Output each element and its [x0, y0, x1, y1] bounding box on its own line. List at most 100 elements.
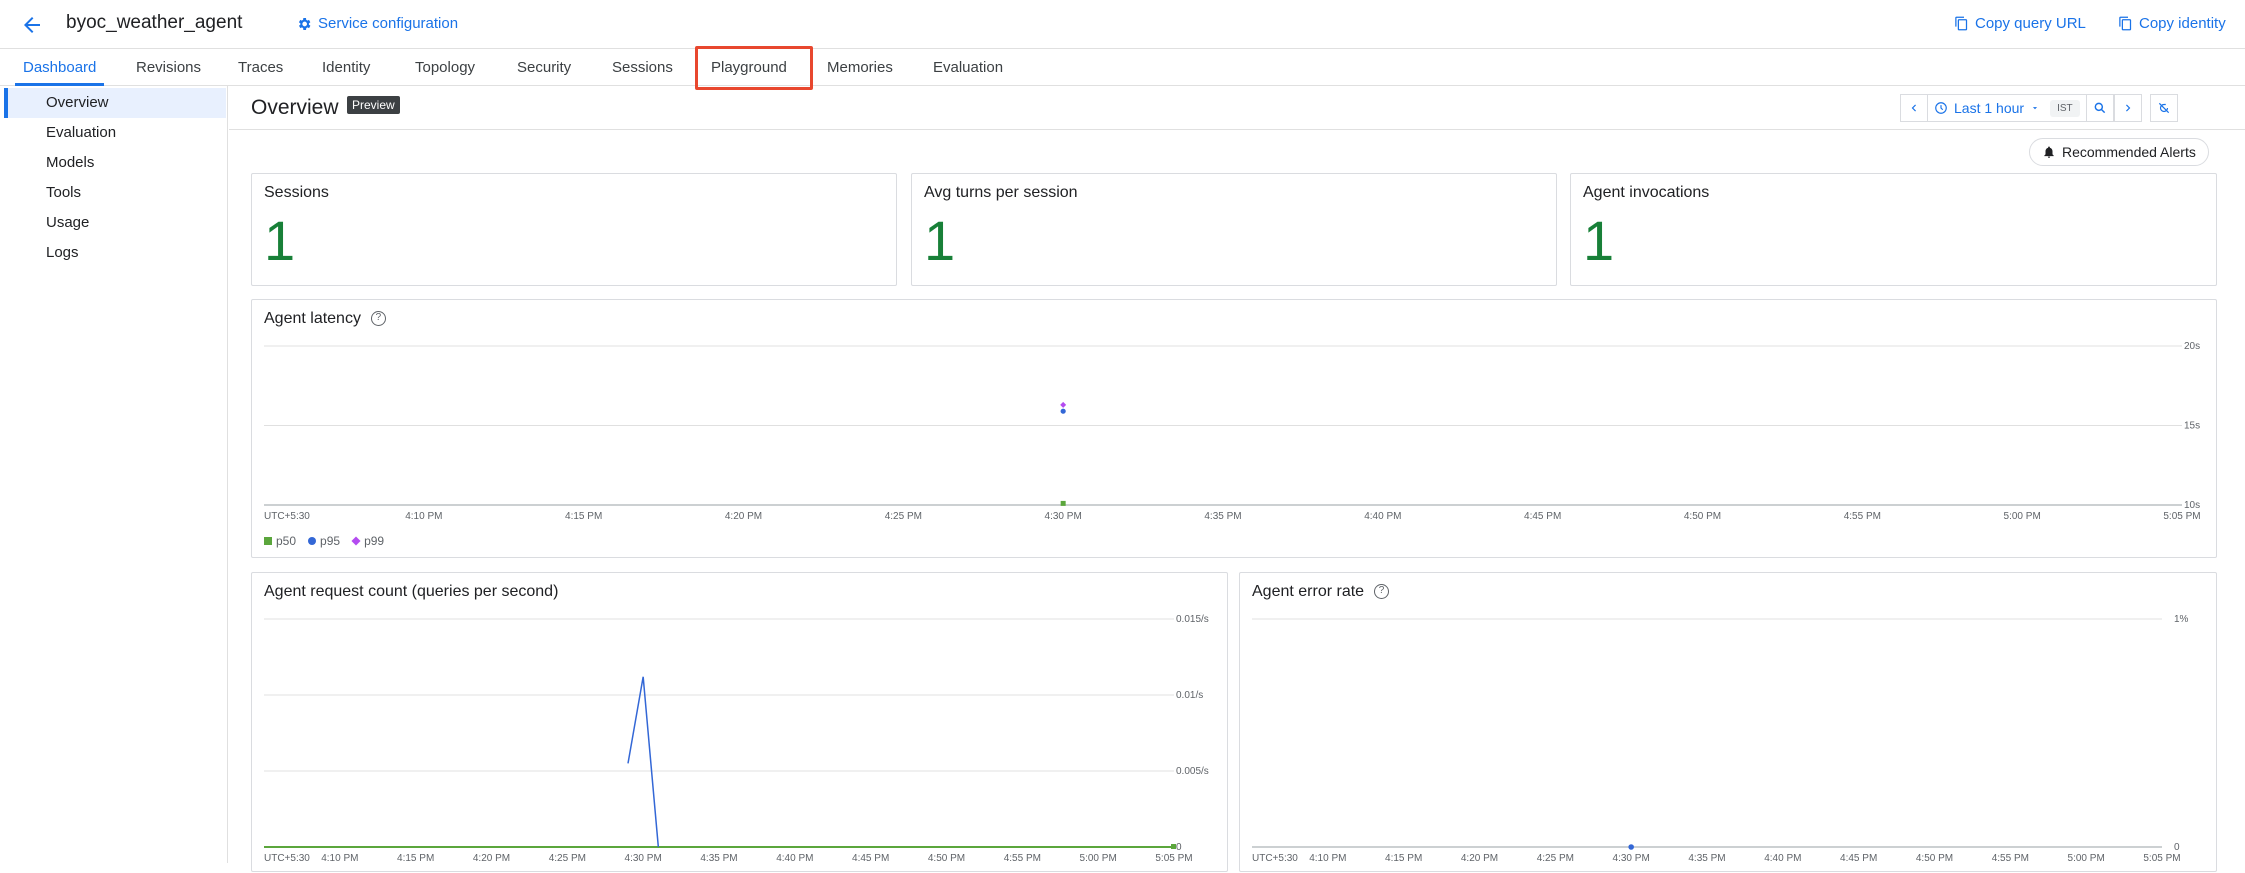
x-tick-label: 4:20 PM [1461, 853, 1498, 864]
x-tick-label: 4:45 PM [1524, 511, 1561, 522]
x-tick-label: 4:30 PM [1613, 853, 1650, 864]
auto-refresh-toggle[interactable] [2149, 94, 2178, 122]
y-tick-label: 0 [1176, 842, 1182, 853]
x-tick-label: 4:30 PM [625, 853, 662, 864]
copy-query-url-button[interactable]: Copy query URL [1954, 15, 2086, 32]
metric-value: 1 [924, 209, 956, 272]
sidebar-item-overview[interactable]: Overview [4, 88, 226, 118]
x-tick-label: 4:10 PM [405, 511, 442, 522]
y-tick-label: 0 [2174, 842, 2180, 853]
x-tick-label: 5:00 PM [2068, 853, 2105, 864]
metric-value: 1 [1583, 209, 1615, 272]
agent-request-count-chart: 0.015/s 0.01/s 0.005/s 0 UTC+5:30 4:10 PM 4:15… [264, 614, 1209, 864]
x-tick-label: 4:20 PM [725, 511, 762, 522]
x-tick-label: 4:10 PM [1309, 853, 1346, 864]
x-tick-label: 4:50 PM [1684, 511, 1721, 522]
x-tick-label: 4:50 PM [928, 853, 965, 864]
copy-identity-label: Copy identity [2139, 15, 2226, 32]
metric-card-avg-turns: Avg turns per session 1 [911, 173, 1557, 286]
back-arrow-icon[interactable] [20, 13, 44, 37]
x-tick-label: 5:00 PM [1080, 853, 1117, 864]
recommended-alerts-button[interactable]: Recommended Alerts [2029, 138, 2209, 166]
copy-query-url-label: Copy query URL [1975, 15, 2086, 32]
dropdown-arrow-icon [2032, 107, 2038, 110]
tab-memories[interactable]: Memories [819, 49, 901, 86]
x-tick-label: 4:45 PM [1840, 853, 1877, 864]
y-tick-label: 0.01/s [1176, 690, 1203, 701]
y-tick-label: 20s [2184, 341, 2200, 352]
refresh-off-icon [2158, 102, 2169, 114]
agent-error-rate-card: Agent error rate? 1% 0 UTC+5:30 4:10 PM 4:15… [1239, 572, 2217, 872]
x-tick-label: 4:35 PM [1204, 511, 1241, 522]
x-tick-label: 4:25 PM [549, 853, 586, 864]
agent-error-rate-chart: 1% 0 UTC+5:30 4:10 PM 4:15 PM 4:20 PM 4:25 PM 4… [1252, 614, 2189, 864]
y-tick-label: 10s [2184, 500, 2200, 511]
tab-bar: Dashboard Revisions Traces Identity Topo… [0, 48, 2245, 86]
page-title: byoc_weather_agent [66, 12, 243, 33]
tab-revisions[interactable]: Revisions [128, 49, 209, 86]
zoom-button[interactable] [2085, 94, 2114, 122]
x-tick-label: 4:25 PM [885, 511, 922, 522]
x-tick-label: 4:55 PM [1992, 853, 2029, 864]
tab-identity[interactable]: Identity [314, 49, 378, 86]
metric-card-sessions: Sessions 1 [251, 173, 897, 286]
sidebar-item-usage[interactable]: Usage [4, 208, 226, 238]
previous-range-button[interactable] [1900, 94, 1928, 122]
x-tick-label: 4:50 PM [1916, 853, 1953, 864]
tab-evaluation[interactable]: Evaluation [925, 49, 1011, 86]
tab-dashboard[interactable]: Dashboard [15, 49, 105, 86]
x-tick-label: 4:25 PM [1537, 853, 1574, 864]
x-tick-label: 4:40 PM [1364, 511, 1401, 522]
sidebar-item-tools[interactable]: Tools [4, 178, 226, 208]
x-tick-label: UTC+5:30 [1252, 853, 1298, 864]
series-request-line [627, 676, 660, 848]
tab-security[interactable]: Security [509, 49, 579, 86]
x-tick-label: 4:10 PM [321, 853, 358, 864]
next-range-button[interactable] [2113, 94, 2142, 122]
legend-label: p99 [364, 534, 385, 548]
time-range-controls: Last 1 hour IST [1900, 94, 2178, 122]
tab-playground[interactable]: Playground [703, 49, 795, 86]
tab-topology[interactable]: Topology [407, 49, 483, 86]
x-tick-label: 4:35 PM [700, 853, 737, 864]
overview-header: Overview Preview Last 1 hour IST [229, 86, 2245, 130]
time-range-select[interactable]: Last 1 hour IST [1928, 94, 2086, 122]
legend-item-p95[interactable]: p95 [308, 534, 340, 548]
data-point-p99 [1060, 401, 1067, 408]
service-configuration-link[interactable]: Service configuration [296, 15, 458, 32]
x-tick-label: 5:05 PM [2163, 511, 2200, 522]
data-point-p95 [1060, 408, 1066, 414]
x-tick-label: 5:00 PM [2004, 511, 2041, 522]
x-tick-label: 4:45 PM [852, 853, 889, 864]
top-bar: byoc_weather_agent Service configuration… [0, 0, 2245, 48]
sidebar: Overview Evaluation Models Tools Usage L… [0, 86, 228, 863]
y-tick-label: 15s [2184, 421, 2200, 432]
agent-latency-card: Agent latency? 20s 15s 10s UTC+5:30 4:10 PM 4… [251, 299, 2217, 558]
agent-request-count-card: Agent request count (queries per second)… [251, 572, 1228, 872]
sidebar-item-models[interactable]: Models [4, 148, 226, 178]
sidebar-item-logs[interactable]: Logs [4, 238, 226, 268]
search-icon [2094, 102, 2105, 114]
metric-label: Agent invocations [1583, 184, 1710, 201]
gear-icon [298, 17, 311, 30]
chart-legend: p50 p95 p99 [264, 534, 384, 548]
x-tick-label: 4:15 PM [1385, 853, 1422, 864]
x-tick-label: UTC+5:30 [264, 853, 310, 864]
tab-traces[interactable]: Traces [230, 49, 291, 86]
x-tick-label: 5:05 PM [2143, 853, 2180, 864]
x-tick-label: 4:40 PM [1764, 853, 1801, 864]
tab-sessions[interactable]: Sessions [604, 49, 681, 86]
chevron-left-icon [1911, 104, 1916, 112]
metric-card-agent-invocations: Agent invocations 1 [1570, 173, 2217, 286]
metric-label: Sessions [264, 184, 329, 201]
legend-item-p99[interactable]: p99 [351, 534, 385, 548]
metric-value: 1 [264, 209, 296, 272]
copy-icon [2119, 16, 2132, 31]
legend-item-p50[interactable]: p50 [264, 534, 296, 548]
copy-identity-button[interactable]: Copy identity [2118, 15, 2226, 32]
data-point-error [1628, 844, 1634, 850]
x-tick-label: 5:05 PM [1155, 853, 1192, 864]
copy-icon [1955, 16, 1968, 31]
x-tick-label: UTC+5:30 [264, 511, 310, 522]
sidebar-item-evaluation[interactable]: Evaluation [4, 118, 226, 148]
